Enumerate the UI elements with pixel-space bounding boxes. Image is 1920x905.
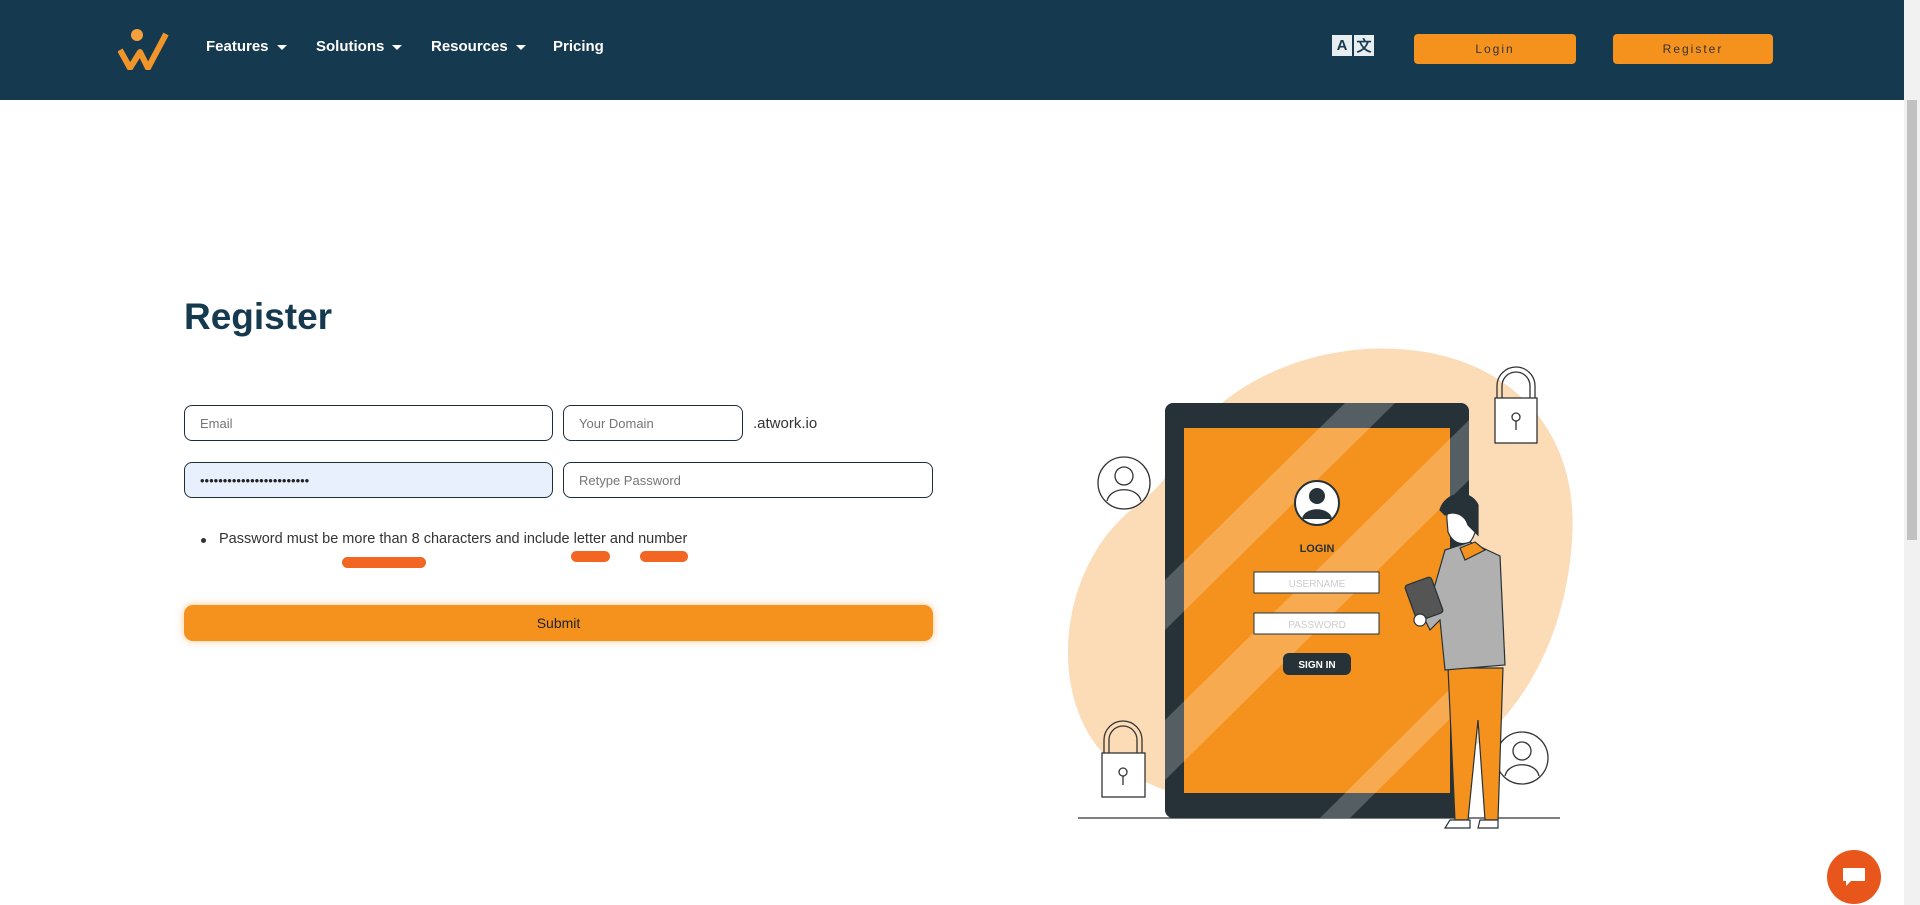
- chat-widget-button[interactable]: [1827, 850, 1881, 904]
- user-circle-icon: [1495, 731, 1549, 785]
- illus-sign-in-text: SIGN IN: [1298, 660, 1335, 671]
- password-input[interactable]: [184, 462, 553, 498]
- nav-features[interactable]: Features: [206, 38, 287, 55]
- nav-label: Pricing: [553, 38, 604, 55]
- domain-suffix: .atwork.io: [753, 415, 818, 432]
- password-hint-text: Password must be more than 8 characters …: [219, 531, 688, 547]
- login-illustration: LOGIN USERNAME PASSWORD SIGN IN: [1067, 348, 1573, 829]
- nav-solutions[interactable]: Solutions: [316, 38, 403, 55]
- translate-icon-latin: A: [1332, 35, 1352, 56]
- illus-username-text: USERNAME: [1289, 579, 1346, 590]
- domain-input[interactable]: [563, 405, 743, 441]
- illus-password-text: PASSWORD: [1288, 620, 1346, 631]
- submit-button[interactable]: Submit: [184, 605, 933, 641]
- scrollbar-thumb[interactable]: [1907, 100, 1917, 540]
- retype-password-input[interactable]: [563, 462, 933, 498]
- padlock-icon: [1494, 366, 1538, 444]
- page-title: Register: [184, 296, 333, 337]
- highlight-mark: [342, 557, 426, 568]
- nav-resources[interactable]: Resources: [431, 38, 526, 55]
- translate-icon[interactable]: A 文: [1332, 35, 1374, 56]
- caret-down-icon: [276, 45, 287, 50]
- password-hint: Password must be more than 8 characters …: [200, 531, 688, 547]
- nav-label: Features: [206, 38, 269, 55]
- login-button[interactable]: Login: [1414, 34, 1576, 64]
- user-circle-icon: [1097, 456, 1151, 510]
- highlight-mark: [640, 551, 688, 562]
- highlight-mark: [571, 551, 610, 562]
- nav-pricing[interactable]: Pricing: [553, 38, 604, 55]
- nav-label: Solutions: [316, 38, 385, 55]
- top-navbar: Features Solutions Resources Pricing A 文…: [0, 0, 1904, 100]
- illus-login-title: LOGIN: [1300, 543, 1335, 555]
- translate-icon-cjk: 文: [1354, 35, 1374, 56]
- email-input[interactable]: [184, 405, 553, 441]
- page-scrollbar[interactable]: [1904, 0, 1920, 905]
- caret-down-icon: [515, 45, 526, 50]
- chat-bubble-icon: [1843, 868, 1865, 886]
- caret-down-icon: [392, 45, 403, 50]
- nav-label: Resources: [431, 38, 508, 55]
- brand-logo[interactable]: [118, 28, 172, 70]
- register-button[interactable]: Register: [1613, 34, 1773, 64]
